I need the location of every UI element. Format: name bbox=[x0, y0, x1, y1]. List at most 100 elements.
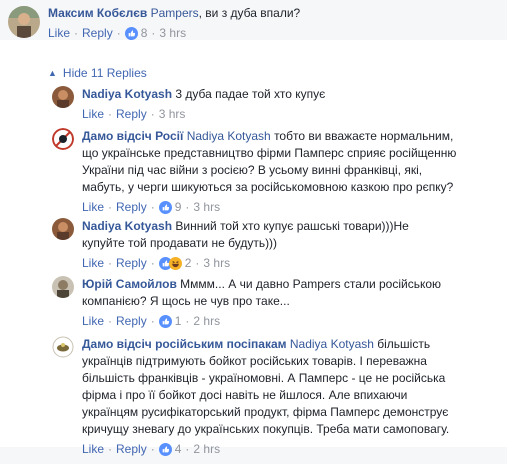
reply-button[interactable]: Reply bbox=[82, 25, 113, 42]
separator: · bbox=[150, 107, 155, 121]
avatar[interactable] bbox=[8, 6, 40, 38]
separator: · bbox=[108, 314, 113, 328]
comment-text-line: купуйте той продавати не будуть))) bbox=[82, 236, 278, 250]
comment-text-line: мабуть, у черги шикуються за російськомо… bbox=[82, 180, 454, 194]
like-reaction-icon bbox=[158, 443, 172, 456]
comment-author[interactable]: Максим Кобєлєв bbox=[48, 6, 147, 20]
comment-text-line: українцям русифікаторський продукт, фірм… bbox=[82, 405, 449, 419]
separator: · bbox=[74, 26, 79, 40]
reply-button[interactable]: Reply bbox=[116, 199, 147, 216]
top-comment: Максим Кобєлєв Pampers, ви з дуба впали?… bbox=[8, 6, 300, 42]
timestamp[interactable]: 3 hrs bbox=[159, 106, 186, 123]
timestamp[interactable]: 2 hrs bbox=[193, 441, 220, 458]
comment-tag[interactable]: Nadiya Kotyash bbox=[290, 337, 374, 351]
timestamp[interactable]: 3 hrs bbox=[193, 199, 220, 216]
timestamp[interactable]: 3 hrs bbox=[203, 255, 230, 272]
avatar[interactable] bbox=[52, 218, 74, 240]
comment-thread: Максим Кобєлєв Pampers, ви з дуба впали?… bbox=[0, 0, 507, 464]
separator: · bbox=[108, 200, 113, 214]
comment-text-line: Винний той хто купує рашські товари)))Не bbox=[172, 219, 409, 233]
separator: · bbox=[108, 256, 113, 270]
separator: · bbox=[150, 256, 155, 270]
reaction-count: 9 bbox=[174, 200, 182, 214]
avatar[interactable] bbox=[52, 86, 74, 108]
like-button[interactable]: Like bbox=[82, 106, 104, 123]
reaction-summary[interactable]: 4 bbox=[158, 441, 182, 458]
comment-author[interactable]: Дамо відсіч Росії bbox=[82, 129, 183, 143]
reply: Nadiya Kotyash 3 дуба падае той хто купу… bbox=[52, 86, 325, 123]
reaction-summary[interactable]: 8 bbox=[124, 25, 148, 42]
comment-text-line: українців підтримують бойкот російських … bbox=[82, 354, 427, 368]
separator: · bbox=[185, 200, 190, 214]
reply-button[interactable]: Reply bbox=[116, 106, 147, 123]
separator: · bbox=[195, 256, 200, 270]
comment-text-line: більшість франківців - україномовні. А П… bbox=[82, 371, 446, 385]
separator: · bbox=[150, 314, 155, 328]
reply-button[interactable]: Reply bbox=[116, 441, 147, 458]
reply: Дамо відсіч Росії Nadiya Kotyash тобто в… bbox=[52, 128, 456, 216]
separator: · bbox=[108, 442, 113, 456]
collapse-arrow-icon: ▲ bbox=[48, 68, 57, 78]
timestamp[interactable]: 3 hrs bbox=[159, 25, 186, 42]
reaction-count: 2 bbox=[184, 256, 192, 270]
avatar-photo-icon bbox=[52, 276, 74, 298]
comment-actions: Like · Reply · 9 · 3 hrs bbox=[82, 199, 456, 216]
comment-tag[interactable]: Pampers bbox=[151, 6, 199, 20]
comment-actions: Like · Reply · 4 · 2 hrs bbox=[82, 441, 449, 458]
separator: · bbox=[108, 107, 113, 121]
comment-text-line: тобто ви вважаєте нормальним, bbox=[270, 129, 454, 143]
reaction-summary[interactable]: 1 bbox=[158, 313, 182, 330]
separator: · bbox=[116, 26, 121, 40]
reaction-summary[interactable]: 2 bbox=[158, 255, 192, 272]
reply-button[interactable]: Reply bbox=[116, 313, 147, 330]
separator: · bbox=[185, 314, 190, 328]
comment-text-line: кричущу зневагу до українських покупців.… bbox=[82, 422, 450, 436]
comment-text: 3 дуба падае той хто купує bbox=[175, 87, 326, 101]
comment-text-line: фірма і про її бойкот досі навіть не йшл… bbox=[82, 388, 408, 402]
separator: · bbox=[185, 442, 190, 456]
comment-actions: Like · Reply · 2 · 3 hrs bbox=[82, 255, 409, 272]
comment-actions: Like · Reply · 3 hrs bbox=[82, 106, 325, 123]
separator: · bbox=[150, 442, 155, 456]
separator: · bbox=[150, 200, 155, 214]
avatar-photo-icon bbox=[52, 218, 74, 240]
comment-text: , ви з дуба впали? bbox=[198, 6, 301, 20]
timestamp[interactable]: 2 hrs bbox=[193, 313, 220, 330]
separator: · bbox=[151, 26, 156, 40]
comment-author[interactable]: Nadiya Kotyash bbox=[82, 87, 172, 101]
like-button[interactable]: Like bbox=[82, 441, 104, 458]
like-reaction-icon bbox=[158, 201, 172, 214]
reply: Юрій Самойлов Мммм... А чи давно Pampers… bbox=[52, 276, 441, 330]
hide-replies-link[interactable]: ▲ Hide 11 Replies bbox=[48, 66, 147, 80]
reaction-count: 4 bbox=[174, 442, 182, 456]
comment-tag[interactable]: Nadiya Kotyash bbox=[187, 129, 271, 143]
reaction-count: 1 bbox=[174, 314, 182, 328]
avatar[interactable] bbox=[52, 128, 74, 150]
avatar[interactable] bbox=[52, 276, 74, 298]
avatar-photo-icon bbox=[8, 6, 40, 38]
reaction-count: 8 bbox=[140, 26, 148, 40]
haha-reaction-icon bbox=[168, 257, 182, 270]
comment-text-line: більшість bbox=[373, 337, 431, 351]
reaction-summary[interactable]: 9 bbox=[158, 199, 182, 216]
like-reaction-icon bbox=[124, 27, 138, 40]
like-button[interactable]: Like bbox=[82, 313, 104, 330]
comment-author[interactable]: Юрій Самойлов bbox=[82, 277, 177, 291]
reply: Дамо відсіч російським посіпакам Nadiya … bbox=[52, 336, 449, 458]
comment-actions: Like · Reply · 1 · 2 hrs bbox=[82, 313, 441, 330]
like-button[interactable]: Like bbox=[82, 199, 104, 216]
reply-button[interactable]: Reply bbox=[116, 255, 147, 272]
comment-author[interactable]: Дамо відсіч російським посіпакам bbox=[82, 337, 287, 351]
avatar[interactable] bbox=[52, 336, 74, 358]
like-button[interactable]: Like bbox=[48, 25, 70, 42]
comment-text-line: що українське представництво фірми Пампе… bbox=[82, 146, 457, 160]
comment-text-line: компанією? Я щось не чув про таке... bbox=[82, 294, 290, 308]
avatar-photo-icon bbox=[52, 86, 74, 108]
comment-author[interactable]: Nadiya Kotyash bbox=[82, 219, 172, 233]
comment-text-line: України під час війни з росією? В усьому… bbox=[82, 163, 423, 177]
hide-replies-label: Hide 11 Replies bbox=[62, 66, 147, 80]
comment-text-line: Мммм... А чи давно Pampers стали російсь… bbox=[176, 277, 442, 291]
like-button[interactable]: Like bbox=[82, 255, 104, 272]
comment-actions: Like · Reply · 8 · 3 hrs bbox=[48, 25, 300, 42]
no-russia-logo-icon bbox=[52, 128, 74, 150]
